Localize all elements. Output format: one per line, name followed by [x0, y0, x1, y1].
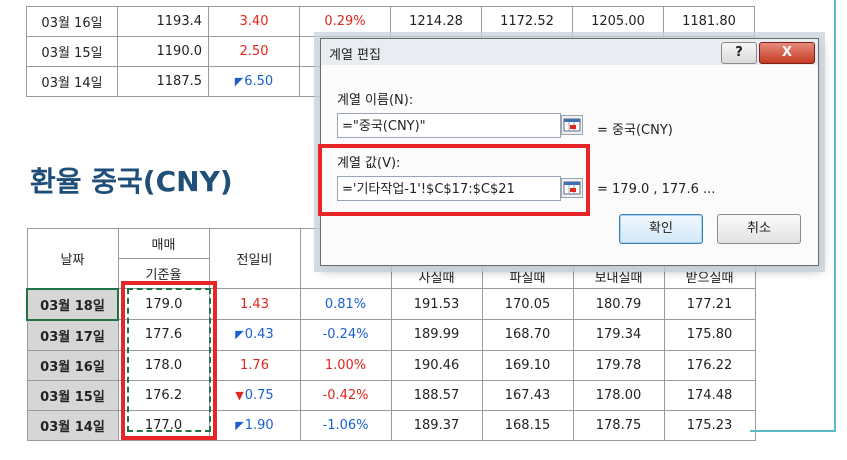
header-date[interactable]: 날짜 [26, 228, 119, 289]
buy-cell[interactable]: 191.53 [390, 288, 483, 320]
diff-cell[interactable]: ◤0.43 [208, 319, 301, 351]
series-values-preview: = 179.0 , 177.6 ... [597, 182, 716, 197]
help-button[interactable]: ? [721, 42, 757, 64]
recv-cell[interactable]: 177.21 [663, 288, 756, 320]
diff-cell[interactable]: ▼0.75 [208, 379, 301, 411]
date-cell[interactable]: 03월 18일 [26, 287, 119, 321]
pct-cell[interactable]: 1.00% [299, 349, 392, 381]
buy-cell[interactable]: 190.46 [390, 349, 483, 381]
diff-value: 0.75 [244, 387, 274, 403]
close-button[interactable]: X [759, 42, 815, 64]
buy-cell[interactable]: 189.99 [390, 319, 483, 351]
sell-cell[interactable]: 1172.52 [481, 6, 573, 37]
dialog-titlebar[interactable]: 계열 편집 ? X [321, 39, 818, 65]
pct-cell[interactable]: -0.42% [299, 379, 392, 411]
sell-cell[interactable]: 170.05 [481, 288, 574, 320]
date-cell[interactable]: 03월 15일 [26, 379, 119, 411]
buy-cell[interactable]: 1214.28 [390, 6, 482, 37]
range-picker-icon[interactable] [561, 115, 583, 135]
recv-cell[interactable]: 175.23 [663, 409, 756, 441]
pct-cell[interactable]: 0.29% [299, 6, 391, 37]
recv-cell[interactable]: 174.48 [663, 379, 756, 411]
pct-cell[interactable]: 0.81% [299, 288, 392, 320]
rate-cell[interactable]: 1193.4 [117, 6, 209, 37]
send-cell[interactable]: 180.79 [572, 288, 665, 320]
diff-cell[interactable]: 2.50 [208, 36, 300, 67]
series-name-input[interactable]: ="중국(CNY)" [337, 113, 561, 138]
series-values-highlight [318, 144, 590, 216]
pct-cell[interactable]: -0.24% [299, 319, 392, 351]
range-highlight-box [121, 281, 217, 440]
section-title: 환율 중국(CNY) [30, 165, 233, 198]
diff-cell[interactable]: 1.43 [208, 288, 301, 320]
ok-button[interactable]: 확인 [619, 214, 703, 244]
chart-edge[interactable] [834, 0, 836, 432]
date-cell[interactable]: 03월 16일 [26, 349, 119, 381]
series-name-label: 계열 이름(N): [337, 93, 414, 108]
buy-cell[interactable]: 189.37 [390, 409, 483, 441]
date-cell[interactable]: 03월 16일 [26, 6, 118, 37]
diff-value: 1.90 [244, 417, 274, 433]
recv-cell[interactable]: 1181.80 [663, 6, 755, 37]
diff-cell[interactable]: ◤1.90 [208, 409, 301, 441]
send-cell[interactable]: 179.78 [572, 349, 665, 381]
diff-cell[interactable]: ◤6.50 [208, 66, 300, 97]
table-row: 03월 16일 1193.4 3.40 0.29% 1214.28 1172.5… [26, 6, 755, 37]
date-cell[interactable]: 03월 14일 [26, 409, 119, 441]
sell-cell[interactable]: 168.70 [481, 319, 574, 351]
date-cell[interactable]: 03월 15일 [26, 36, 118, 67]
diff-value: 0.43 [244, 327, 274, 343]
rate-cell[interactable]: 1190.0 [117, 36, 209, 67]
send-cell[interactable]: 1205.00 [572, 6, 664, 37]
date-cell[interactable]: 03월 17일 [26, 319, 119, 351]
diff-cell[interactable]: 1.76 [208, 349, 301, 381]
date-cell[interactable]: 03월 14일 [26, 66, 118, 97]
header-trade[interactable]: 매매 [117, 228, 210, 259]
sell-cell[interactable]: 168.15 [481, 409, 574, 441]
chart-edge-bottom [750, 430, 836, 432]
send-cell[interactable]: 178.75 [572, 409, 665, 441]
send-cell[interactable]: 179.34 [572, 319, 665, 351]
send-cell[interactable]: 178.00 [572, 379, 665, 411]
sell-cell[interactable]: 167.43 [481, 379, 574, 411]
down-triangle-icon: ▼ [235, 388, 244, 402]
series-name-preview: = 중국(CNY) [597, 123, 673, 138]
diff-value: 6.50 [244, 74, 274, 89]
header-prev[interactable]: 전일비 [208, 228, 301, 289]
down-triangle-icon: ◤ [235, 418, 244, 432]
recv-cell[interactable]: 175.80 [663, 319, 756, 351]
edit-series-dialog: 계열 편집 ? X 계열 이름(N): ="중국(CNY)" = 중국(CNY)… [318, 38, 819, 266]
sell-cell[interactable]: 169.10 [481, 349, 574, 381]
dialog-title: 계열 편집 [329, 48, 381, 63]
buy-cell[interactable]: 188.57 [390, 379, 483, 411]
recv-cell[interactable]: 176.22 [663, 349, 756, 381]
down-triangle-icon: ◤ [234, 75, 244, 88]
down-triangle-icon: ◤ [235, 328, 244, 342]
rate-cell[interactable]: 1187.5 [117, 66, 209, 97]
cancel-button[interactable]: 취소 [717, 214, 801, 244]
diff-cell[interactable]: 3.40 [208, 6, 300, 37]
pct-cell[interactable]: -1.06% [299, 409, 392, 441]
range-picker-glyph [563, 118, 581, 132]
